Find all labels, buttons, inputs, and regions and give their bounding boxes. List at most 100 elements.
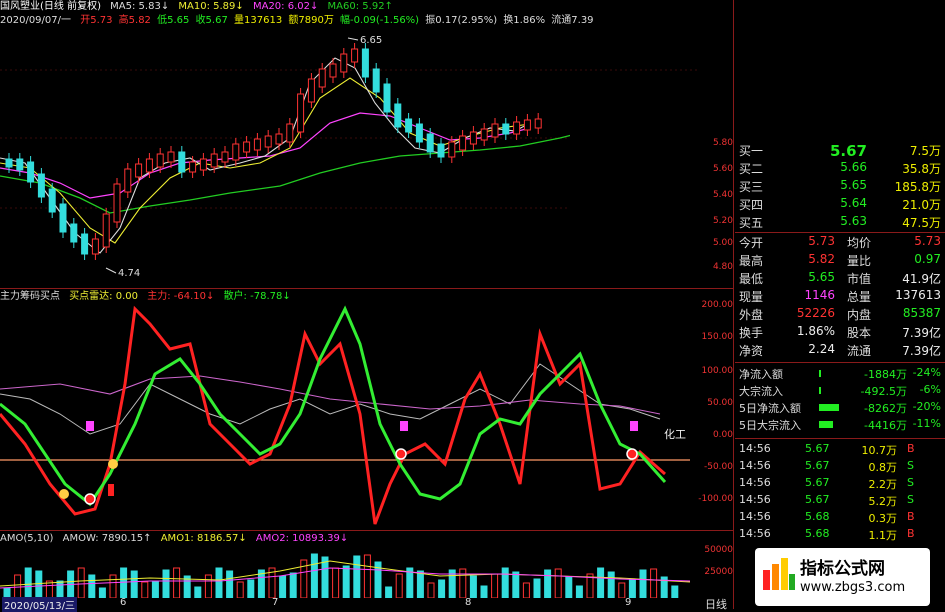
stat-label: 市值 — [847, 272, 872, 286]
indicator-chart[interactable]: 化工 — [0, 304, 700, 530]
timeframe-tab[interactable]: 日线 — [705, 596, 727, 612]
tick-side: B — [907, 442, 915, 455]
volume-bar — [385, 586, 393, 598]
watermark-url: www.zbgs3.com — [800, 580, 906, 595]
tick-price: 5.68 — [805, 510, 830, 523]
order-book-row[interactable]: 买四 5.64 21.0万 — [735, 196, 943, 214]
month-label: 9 — [625, 597, 632, 608]
stats-row: 最高 5.82 量比 0.97 — [735, 252, 943, 270]
stat-label: 净资 — [739, 344, 764, 358]
candle — [27, 161, 35, 183]
candle — [253, 138, 261, 151]
info-float: 流通7.39 — [551, 15, 594, 26]
price-tick: 5.80 — [712, 138, 733, 148]
stat-label: 换手 — [739, 326, 764, 340]
tick-price: 5.67 — [805, 459, 830, 472]
stats-row: 最低 5.65 市值 41.9亿 — [735, 270, 943, 288]
tick-row: 14:56 5.67 5.2万 S — [735, 493, 943, 509]
volume-bar — [469, 575, 477, 598]
tick-time: 14:56 — [739, 476, 771, 489]
volume-bar — [363, 554, 371, 598]
quote-panel: 买一 5.67 7.5万 买二 5.66 35.8万 买三 5.65 185.8万 买四 5.64 2… — [735, 142, 945, 602]
flow-value: -492.5万 — [860, 385, 907, 398]
volume-bar — [565, 576, 573, 598]
indicator-tick: -100.00 — [698, 494, 733, 504]
stat-value: 85387 — [902, 306, 941, 320]
candle — [178, 151, 186, 173]
order-book-row[interactable]: 买一 5.67 7.5万 — [735, 142, 943, 160]
stat-value: 1.86% — [796, 324, 835, 338]
volume-bar — [671, 585, 679, 598]
amo1-label: AMO1: 8186.57↓ — [160, 533, 247, 544]
volume-chart[interactable] — [0, 546, 700, 598]
low-price-marker — [105, 267, 117, 274]
tick-volume: 0.3万 — [868, 512, 898, 525]
tick-price: 5.67 — [805, 442, 830, 455]
flow-label: 大宗流入 — [739, 385, 783, 398]
candle — [48, 188, 56, 213]
indicator-tick: 100.00 — [701, 366, 734, 376]
volume-bar — [459, 568, 467, 598]
candle — [394, 103, 402, 128]
volume-bar — [98, 587, 106, 598]
candle — [59, 203, 67, 233]
bid-price: 5.63 — [840, 214, 867, 228]
buy-radar-label: 买点雷达: 0.00 — [69, 291, 139, 302]
price-tick: 4.80 — [712, 262, 733, 272]
indicator-tick: 200.00 — [701, 300, 734, 310]
volume-bar — [544, 569, 552, 598]
tick-time: 14:56 — [739, 527, 771, 540]
volume-bar — [204, 574, 212, 598]
ma5-label: MA5: 5.83↓ — [110, 1, 170, 12]
candle — [502, 123, 510, 135]
bid-level-label: 买二 — [739, 162, 764, 176]
stat-value: 0.97 — [914, 252, 941, 266]
tick-side: B — [907, 527, 915, 540]
bid-volume: 7.5万 — [909, 144, 941, 158]
candle — [329, 63, 337, 78]
volume-bar — [56, 580, 64, 598]
indicator-tick: 50.00 — [707, 398, 733, 408]
volume-bar — [438, 579, 446, 598]
flow-label: 净流入额 — [739, 368, 783, 381]
flow-divider — [735, 438, 945, 439]
flow-value: -4416万 — [864, 419, 907, 432]
flow-pct: -24% — [912, 366, 941, 379]
price-axis: 5.80 5.60 5.40 5.20 5.00 4.80 — [703, 130, 735, 280]
main-chart-header: 国风塑业(日线 前复权) MA5: 5.83↓ MA10: 5.89↓ MA20… — [0, 0, 399, 14]
order-book-row[interactable]: 买五 5.63 47.5万 — [735, 214, 943, 232]
volume-bar — [416, 570, 424, 598]
stat-label: 量比 — [847, 254, 872, 268]
stat-value: 5.82 — [808, 252, 835, 266]
ma60-label: MA60: 5.92↑ — [327, 1, 393, 12]
candle — [448, 141, 456, 158]
high-price-marker — [347, 37, 359, 41]
main-force-label: 主力: -64.10↓ — [147, 291, 215, 302]
bid-volume: 185.8万 — [894, 180, 941, 194]
stat-label: 总量 — [847, 290, 872, 304]
stats-row: 外盘 52226 内盘 85387 — [735, 306, 943, 324]
volume-bar — [120, 567, 128, 598]
tick-side: S — [907, 459, 914, 472]
tick-side: B — [907, 510, 915, 523]
candle — [534, 118, 542, 129]
candle — [81, 233, 89, 255]
volume-bar — [109, 574, 117, 598]
indicator-tick: 150.00 — [701, 332, 734, 342]
flow-bar — [819, 421, 833, 428]
volume-bar — [77, 567, 85, 598]
fund-flow-row: 5日大宗流入 -4416万 -11% — [735, 417, 943, 433]
order-book-row[interactable]: 买二 5.66 35.8万 — [735, 160, 943, 178]
candle — [523, 119, 531, 131]
candle — [113, 183, 121, 223]
watermark: 指标公式网 www.zbgs3.com — [755, 548, 930, 606]
stat-label: 均价 — [847, 236, 872, 250]
order-book-row[interactable]: 买三 5.65 185.8万 — [735, 178, 943, 196]
tick-time: 14:56 — [739, 459, 771, 472]
price-tick: 5.40 — [712, 190, 733, 200]
flow-bar — [819, 387, 821, 394]
candle — [297, 93, 305, 133]
candle — [513, 121, 521, 135]
tick-volume: 5.2万 — [868, 495, 898, 508]
stat-value: 7.39亿 — [902, 344, 941, 358]
